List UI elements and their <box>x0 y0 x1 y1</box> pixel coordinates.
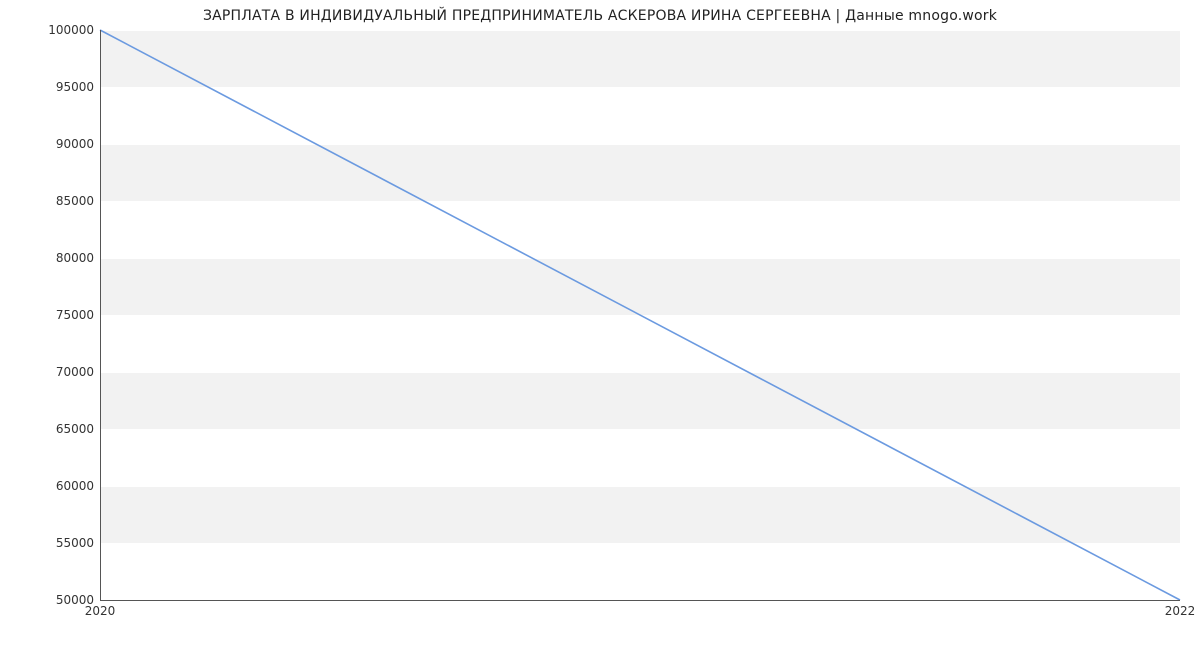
y-tick-label: 100000 <box>4 23 94 37</box>
plot-area <box>100 30 1180 600</box>
x-axis-line <box>100 600 1180 601</box>
series-line <box>100 30 1180 600</box>
y-tick-label: 80000 <box>4 251 94 265</box>
x-tick-label: 2022 <box>1165 604 1196 618</box>
chart-title: ЗАРПЛАТА В ИНДИВИДУАЛЬНЫЙ ПРЕДПРИНИМАТЕЛ… <box>0 8 1200 24</box>
line-layer <box>100 30 1180 600</box>
y-tick-label: 85000 <box>4 194 94 208</box>
y-tick-label: 65000 <box>4 422 94 436</box>
y-tick-label: 95000 <box>4 80 94 94</box>
chart-container: ЗАРПЛАТА В ИНДИВИДУАЛЬНЫЙ ПРЕДПРИНИМАТЕЛ… <box>0 0 1200 650</box>
y-tick-label: 50000 <box>4 593 94 607</box>
y-tick-label: 55000 <box>4 536 94 550</box>
y-tick-label: 70000 <box>4 365 94 379</box>
x-tick-label: 2020 <box>85 604 116 618</box>
y-tick-label: 60000 <box>4 479 94 493</box>
y-axis-line <box>100 30 101 600</box>
y-tick-label: 75000 <box>4 308 94 322</box>
y-tick-label: 90000 <box>4 137 94 151</box>
